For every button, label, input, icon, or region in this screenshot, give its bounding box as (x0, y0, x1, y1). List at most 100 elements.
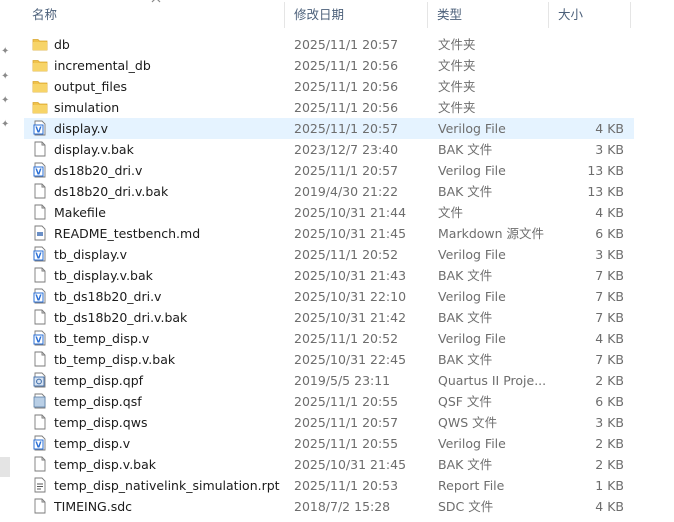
column-divider[interactable] (284, 2, 285, 28)
file-name[interactable]: TIMEING.sdc (54, 496, 294, 517)
file-name[interactable]: db (54, 34, 294, 55)
file-icon (32, 267, 48, 283)
file-row[interactable]: temp_disp_nativelink_simulation.rpt 2025/… (24, 475, 634, 496)
file-row[interactable]: Vds18b20_dri.v 2025/11/1 20:57 Verilog Fil… (24, 160, 634, 181)
column-divider[interactable] (548, 2, 549, 28)
file-size: 13 KB (587, 184, 624, 199)
file-row[interactable]: Vdisplay.v 2025/11/1 20:57 Verilog File 4 K… (24, 118, 634, 139)
svg-text:V: V (35, 168, 42, 177)
file-size: 7 KB (595, 352, 624, 367)
file-name[interactable]: display.v.bak (54, 139, 294, 160)
file-type: 文件 (438, 205, 464, 220)
file-name[interactable]: temp_disp.qsf (54, 391, 294, 412)
column-header: 名称 修改日期 类型 大小 (24, 0, 634, 30)
file-row[interactable]: simulation 2025/11/1 20:56 文件夹 (24, 97, 634, 118)
file-row[interactable]: tb_display.v.bak 2025/10/31 21:43 BAK 文件 7 … (24, 265, 634, 286)
column-header-name[interactable]: 名称 (24, 0, 280, 30)
file-row[interactable]: Vtemp_disp.v 2025/11/1 20:55 Verilog File 2… (24, 433, 634, 454)
file-icon-cell (32, 181, 50, 202)
file-row[interactable]: TIMEING.sdc 2018/7/2 15:28 SDC 文件 4 KB (24, 496, 634, 517)
file-icon-cell (32, 307, 50, 328)
file-modified-date: 2023/12/7 23:40 (294, 142, 399, 157)
file-row[interactable]: incremental_db 2025/11/1 20:56 文件夹 (24, 55, 634, 76)
column-header-size[interactable]: 大小 (550, 0, 630, 30)
file-name[interactable]: Makefile (54, 202, 294, 223)
file-row[interactable]: display.v.bak 2023/12/7 23:40 BAK 文件 3 KB (24, 139, 634, 160)
file-row[interactable]: Vtb_ds18b20_dri.v 2025/10/31 22:10 Verilog… (24, 286, 634, 307)
file-name[interactable]: temp_disp.qws (54, 412, 294, 433)
file-name[interactable]: tb_display.v.bak (54, 265, 294, 286)
file-row[interactable]: temp_disp.qpf 2019/5/5 23:11 Quartus II Pr… (24, 370, 634, 391)
column-header-type[interactable]: 类型 (429, 0, 547, 30)
file-name[interactable]: tb_ds18b20_dri.v (54, 286, 294, 307)
file-icon-cell (32, 76, 50, 97)
file-row[interactable]: README_testbench.md 2025/10/31 21:45 Markd… (24, 223, 634, 244)
file-size: 3 KB (595, 247, 624, 262)
file-name[interactable]: simulation (54, 97, 294, 118)
file-modified-date: 2025/10/31 21:43 (294, 268, 407, 283)
nav-pane-scroll-block (0, 457, 10, 477)
file-row[interactable]: Makefile 2025/10/31 21:44 文件 4 KB (24, 202, 634, 223)
file-type: Verilog File (438, 331, 506, 346)
file-name[interactable]: tb_temp_disp.v (54, 328, 294, 349)
file-name[interactable]: README_testbench.md (54, 223, 294, 244)
file-name[interactable]: temp_disp.qpf (54, 370, 294, 391)
file-row[interactable]: temp_disp.qsf 2025/11/1 20:55 QSF 文件 6 KB (24, 391, 634, 412)
file-row[interactable]: output_files 2025/11/1 20:56 文件夹 (24, 76, 634, 97)
file-modified-date: 2025/10/31 21:44 (294, 205, 407, 220)
file-size: 4 KB (595, 331, 624, 346)
file-modified-date: 2025/10/31 21:42 (294, 310, 407, 325)
file-name[interactable]: ds18b20_dri.v.bak (54, 181, 294, 202)
file-row[interactable]: temp_disp.v.bak 2025/10/31 21:45 BAK 文件 2 K… (24, 454, 634, 475)
file-row[interactable]: tb_ds18b20_dri.v.bak 2025/10/31 21:42 BAK … (24, 307, 634, 328)
folder-icon (32, 78, 48, 94)
qsf-file-icon (32, 393, 48, 409)
pin-icon[interactable]: ✦ (1, 71, 11, 83)
column-header-date[interactable]: 修改日期 (286, 0, 424, 30)
folder-icon (32, 57, 48, 73)
file-name[interactable]: temp_disp.v (54, 433, 294, 454)
file-modified-date: 2025/11/1 20:56 (294, 79, 399, 94)
column-divider[interactable] (427, 2, 428, 28)
pin-icon[interactable]: ✦ (1, 95, 11, 107)
file-icon-cell (32, 223, 50, 244)
file-icon-cell: V (32, 244, 50, 265)
pin-icon[interactable]: ✦ (1, 46, 11, 58)
file-type: Report File (438, 478, 505, 493)
file-row[interactable]: tb_temp_disp.v.bak 2025/10/31 22:45 BAK 文件… (24, 349, 634, 370)
file-modified-date: 2025/11/1 20:52 (294, 247, 399, 262)
pin-icon[interactable]: ✦ (1, 119, 11, 131)
file-icon-cell (32, 139, 50, 160)
file-row[interactable]: ds18b20_dri.v.bak 2019/4/30 21:22 BAK 文件 13… (24, 181, 634, 202)
file-name[interactable]: temp_disp.v.bak (54, 454, 294, 475)
file-icon (32, 414, 48, 430)
file-name[interactable]: tb_ds18b20_dri.v.bak (54, 307, 294, 328)
file-modified-date: 2025/11/1 20:57 (294, 415, 399, 430)
file-row[interactable]: Vtb_display.v 2025/11/1 20:52 Verilog File… (24, 244, 634, 265)
file-icon-cell (32, 202, 50, 223)
file-name[interactable]: tb_temp_disp.v.bak (54, 349, 294, 370)
svg-text:V: V (35, 336, 42, 345)
file-row[interactable]: Vtb_temp_disp.v 2025/11/1 20:52 Verilog Fi… (24, 328, 634, 349)
file-size: 2 KB (595, 373, 624, 388)
file-icon-cell (32, 34, 50, 55)
file-row[interactable]: db 2025/11/1 20:57 文件夹 (24, 34, 634, 55)
file-name[interactable]: display.v (54, 118, 294, 139)
file-name[interactable]: temp_disp_nativelink_simulation.rpt (54, 475, 294, 496)
column-divider[interactable] (630, 2, 631, 28)
file-name[interactable]: ds18b20_dri.v (54, 160, 294, 181)
quick-access-pin-strip: ✦ ✦ ✦ ✦ (0, 0, 14, 522)
file-icon (32, 141, 48, 157)
file-name[interactable]: tb_display.v (54, 244, 294, 265)
file-row[interactable]: temp_disp.qws 2025/11/1 20:57 QWS 文件 3 KB (24, 412, 634, 433)
file-size: 1 KB (595, 478, 624, 493)
file-type: QWS 文件 (438, 415, 498, 430)
file-modified-date: 2025/11/1 20:57 (294, 121, 399, 136)
file-type: Quartus II Proje... (438, 373, 547, 388)
file-size: 2 KB (595, 457, 624, 472)
file-modified-date: 2025/10/31 22:45 (294, 352, 407, 367)
file-list: db 2025/11/1 20:57 文件夹 incremental_db 2025/1… (24, 34, 634, 517)
file-name[interactable]: output_files (54, 76, 294, 97)
file-size: 7 KB (595, 310, 624, 325)
file-name[interactable]: incremental_db (54, 55, 294, 76)
